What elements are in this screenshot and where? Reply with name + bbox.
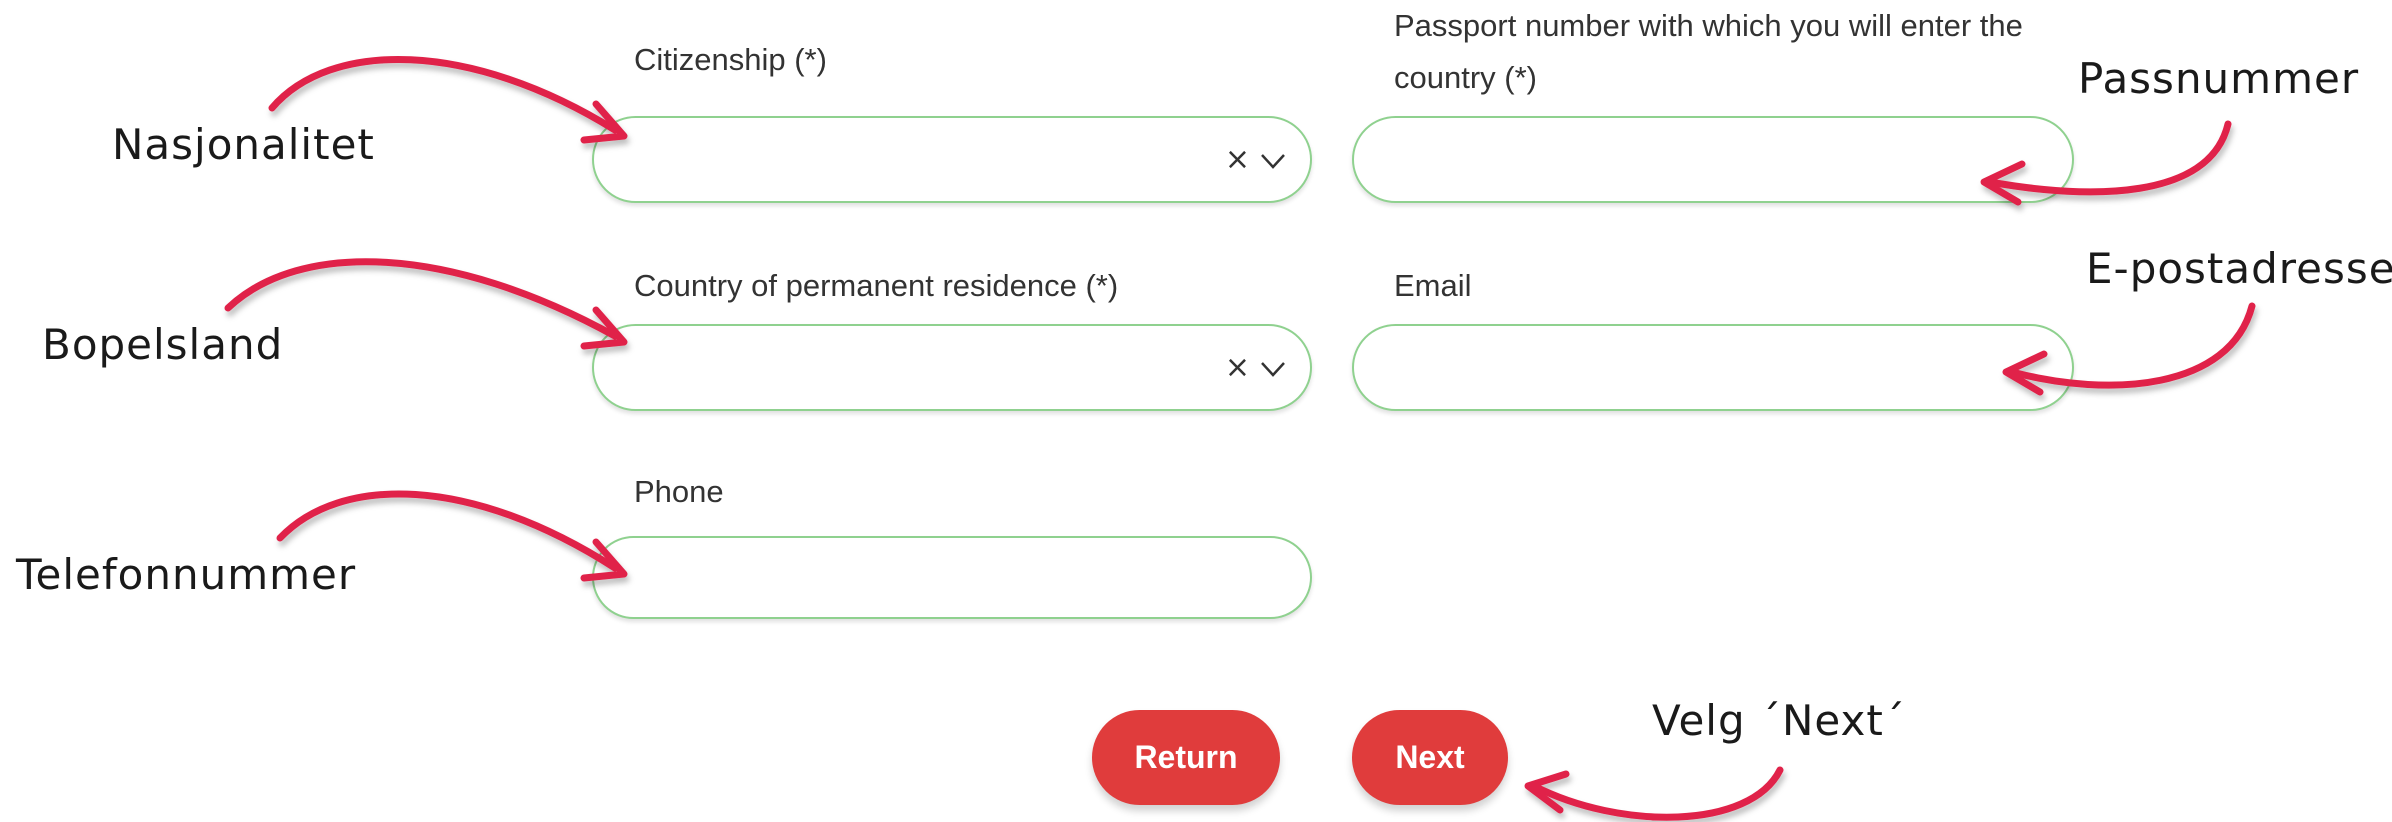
curved-arrow-icon [1530, 766, 1784, 821]
annotation-arrows [224, 55, 2256, 821]
curved-arrow-icon [276, 490, 619, 572]
curved-arrow-icon [224, 258, 619, 340]
curved-arrow-icon [268, 55, 619, 134]
curved-arrow-icon [2008, 302, 2256, 389]
curved-arrow-icon [1986, 120, 2232, 196]
